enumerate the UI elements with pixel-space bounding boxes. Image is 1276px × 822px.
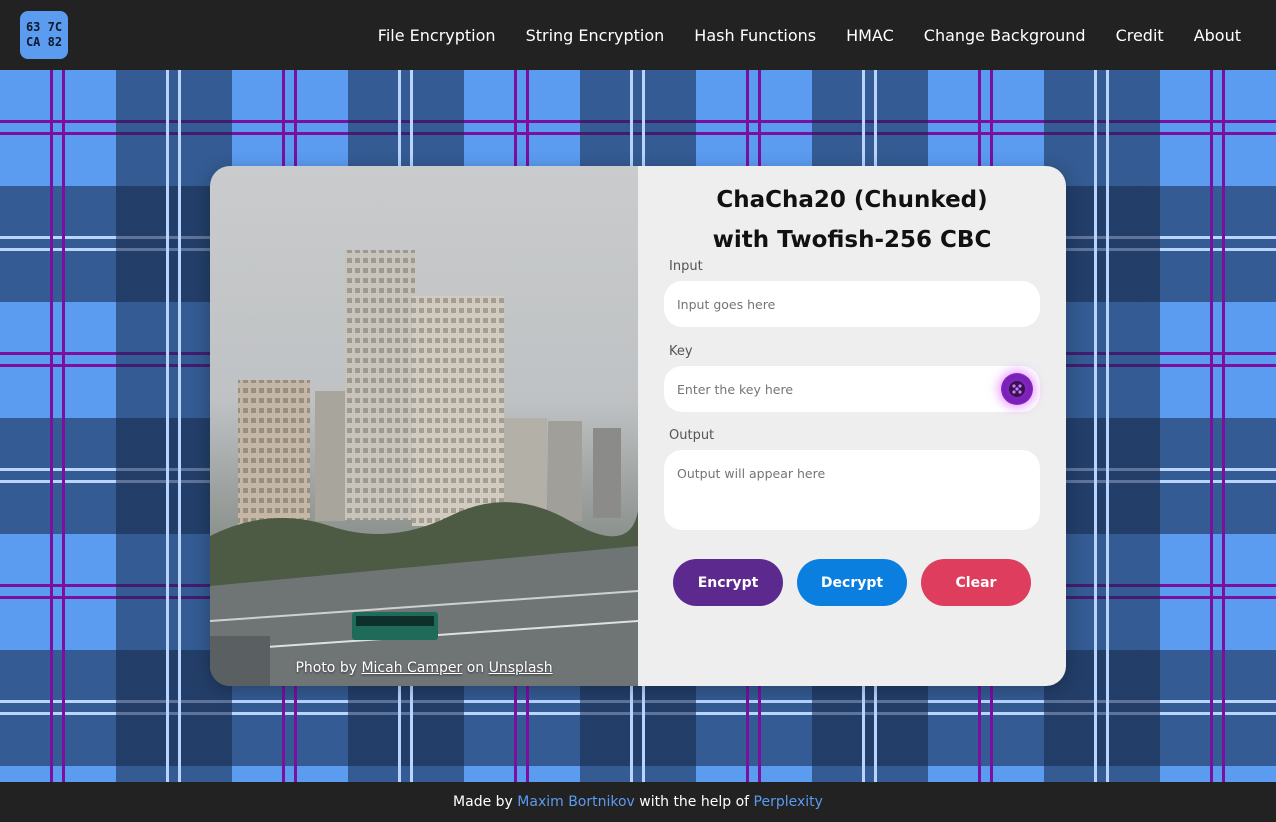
- nav-hash-functions[interactable]: Hash Functions: [694, 26, 816, 45]
- input-label: Input: [669, 259, 703, 274]
- dice-icon: [1009, 381, 1025, 397]
- photo-author-link[interactable]: Micah Camper: [361, 660, 462, 676]
- input-field[interactable]: [664, 281, 1040, 327]
- top-navigation-bar: 63 7C CA 82 File Encryption String Encry…: [0, 0, 1276, 70]
- logo-line-1: 63 7C: [25, 20, 63, 34]
- key-field[interactable]: [664, 366, 1040, 412]
- footer: Made by Maxim Bortnikov with the help of…: [0, 782, 1276, 822]
- logo-line-2: CA 82: [25, 35, 63, 49]
- main-nav: File Encryption String Encryption Hash F…: [378, 0, 1241, 70]
- clear-button[interactable]: Clear: [921, 559, 1031, 606]
- footer-middle: with the help of: [634, 794, 754, 810]
- output-label: Output: [669, 428, 715, 443]
- city-skyline-illustration: [210, 250, 638, 686]
- title-line-2: with Twofish-256 CBC: [712, 227, 992, 253]
- decrypt-button[interactable]: Decrypt: [797, 559, 907, 606]
- nav-string-encryption[interactable]: String Encryption: [526, 26, 665, 45]
- key-label: Key: [669, 344, 693, 359]
- city-photo: Photo by Micah Camper on Unsplash: [210, 166, 638, 686]
- generate-key-button[interactable]: [1001, 373, 1033, 405]
- action-buttons: Encrypt Decrypt Clear: [673, 559, 1031, 606]
- photo-credit-middle: on: [462, 660, 489, 676]
- nav-hmac[interactable]: HMAC: [846, 26, 894, 45]
- title-line-1: ChaCha20 (Chunked): [716, 187, 988, 213]
- footer-author-link[interactable]: Maxim Bortnikov: [517, 794, 635, 810]
- form-panel: ChaCha20 (Chunked) with Twofish-256 CBC …: [638, 166, 1066, 686]
- nav-change-background[interactable]: Change Background: [924, 26, 1086, 45]
- nav-file-encryption[interactable]: File Encryption: [378, 26, 496, 45]
- encryption-card: Photo by Micah Camper on Unsplash ChaCha…: [210, 166, 1066, 686]
- photo-source-link[interactable]: Unsplash: [489, 660, 553, 676]
- output-field[interactable]: [664, 450, 1040, 530]
- nav-about[interactable]: About: [1194, 26, 1241, 45]
- site-logo[interactable]: 63 7C CA 82: [20, 11, 68, 59]
- footer-helper-link[interactable]: Perplexity: [754, 794, 823, 810]
- encrypt-button[interactable]: Encrypt: [673, 559, 783, 606]
- page-title: ChaCha20 (Chunked) with Twofish-256 CBC: [638, 180, 1066, 260]
- photo-credit: Photo by Micah Camper on Unsplash: [210, 660, 638, 676]
- footer-prefix: Made by: [453, 794, 518, 810]
- nav-credit[interactable]: Credit: [1116, 26, 1164, 45]
- photo-credit-prefix: Photo by: [295, 660, 362, 676]
